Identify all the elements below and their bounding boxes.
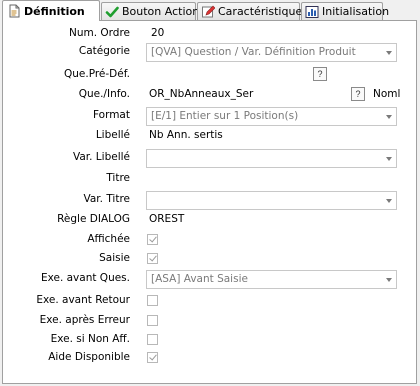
- libelle-label: Libellé: [95, 129, 130, 141]
- aide-disponible-checkbox[interactable]: [147, 352, 158, 363]
- exe-si-non-aff-row: Exe. si Non Aff.: [3, 330, 416, 350]
- aide-disponible-row: Aide Disponible: [3, 348, 416, 368]
- tab-strip: Définition Bouton Action Caractéristique…: [0, 0, 420, 21]
- check-icon: [105, 5, 119, 19]
- que-info-help-button[interactable]: ?: [351, 87, 365, 101]
- regle-value: OREST: [149, 213, 185, 225]
- format-value: [E/1] Entier sur 1 Position(s): [151, 110, 299, 122]
- chart-icon: [305, 5, 319, 19]
- libelle-row: Libellé Nb Ann. sertis: [3, 126, 416, 146]
- exe-apres-erreur-label: Exe. après Erreur: [39, 314, 130, 326]
- categorie-select[interactable]: [QVA] Question / Var. Définition Produit: [146, 43, 397, 62]
- tab-caracteristiques[interactable]: Caractéristiques: [197, 2, 308, 20]
- exe-avant-ques-select[interactable]: [ASA] Avant Saisie: [146, 270, 397, 289]
- tab-initialisation[interactable]: Initialisation: [301, 2, 389, 20]
- exe-apres-erreur-checkbox[interactable]: [147, 315, 158, 326]
- que-info-value: OR_NbAnneaux_Ser: [149, 88, 254, 100]
- affichee-checkbox[interactable]: [147, 234, 158, 245]
- exe-avant-retour-checkbox[interactable]: [147, 295, 158, 306]
- num-ordre-label: Num. Ordre: [68, 27, 130, 39]
- tab-bouton-action[interactable]: Bouton Action: [101, 2, 200, 20]
- chevron-down-icon: [386, 115, 392, 119]
- format-label: Format: [92, 109, 130, 121]
- que-pre-def-label: Que.Pré-Déf.: [63, 68, 130, 80]
- pencil-icon: [201, 5, 216, 19]
- affichee-row: Affichée: [3, 230, 416, 250]
- exe-apres-erreur-row: Exe. après Erreur: [3, 311, 416, 331]
- exe-avant-retour-label: Exe. avant Retour: [36, 294, 130, 306]
- var-libelle-select[interactable]: [146, 149, 397, 168]
- var-titre-row: Var. Titre: [3, 190, 416, 210]
- definition-panel: Num. Ordre 20 Catégorie [QVA] Question /…: [2, 20, 417, 384]
- exe-avant-ques-row: Exe. avant Ques. [ASA] Avant Saisie: [3, 269, 416, 289]
- que-pre-def-row: Que.Pré-Déf. ?: [3, 65, 416, 85]
- exe-avant-ques-value: [ASA] Avant Saisie: [151, 273, 248, 285]
- document-icon: [7, 4, 21, 18]
- que-pre-def-help-button[interactable]: ?: [313, 67, 327, 81]
- var-titre-select[interactable]: [146, 191, 397, 210]
- regle-label: Règle DIALOG: [57, 213, 130, 225]
- titre-row: Titre: [3, 169, 416, 189]
- que-info-row: Que./Info. OR_NbAnneaux_Ser ? Noml: [3, 85, 416, 105]
- categorie-row: Catégorie [QVA] Question / Var. Définiti…: [3, 42, 416, 62]
- num-ordre-row: Num. Ordre 20: [3, 24, 416, 44]
- chevron-down-icon: [386, 157, 392, 161]
- chevron-down-icon: [386, 51, 392, 55]
- chevron-down-icon: [386, 278, 392, 282]
- exe-si-non-aff-label: Exe. si Non Aff.: [50, 333, 130, 345]
- exe-avant-retour-row: Exe. avant Retour: [3, 291, 416, 311]
- categorie-value: [QVA] Question / Var. Définition Produit: [151, 46, 356, 58]
- tab-label: Caractéristiques: [218, 5, 308, 18]
- regle-row: Règle DIALOG OREST: [3, 210, 416, 230]
- aide-disponible-label: Aide Disponible: [48, 351, 130, 363]
- tab-label: Définition: [24, 4, 85, 18]
- libelle-value: Nb Ann. sertis: [149, 129, 223, 141]
- categorie-label: Catégorie: [78, 45, 130, 57]
- exe-avant-ques-label: Exe. avant Ques.: [40, 272, 130, 284]
- format-row: Format [E/1] Entier sur 1 Position(s): [3, 106, 416, 126]
- que-info-label: Que./Info.: [78, 88, 130, 100]
- var-libelle-row: Var. Libellé: [3, 148, 416, 168]
- chevron-down-icon: [386, 199, 392, 203]
- format-select[interactable]: [E/1] Entier sur 1 Position(s): [146, 107, 397, 126]
- saisie-row: Saisie: [3, 249, 416, 269]
- saisie-label: Saisie: [99, 252, 130, 264]
- var-titre-label: Var. Titre: [83, 193, 130, 205]
- num-ordre-value: 20: [151, 27, 165, 39]
- tab-definition[interactable]: Définition: [2, 0, 100, 21]
- tab-label: Bouton Action: [122, 5, 200, 18]
- saisie-checkbox[interactable]: [147, 253, 158, 264]
- titre-label: Titre: [106, 172, 130, 184]
- tab-label: Initialisation: [322, 5, 390, 18]
- affichee-label: Affichée: [87, 233, 130, 245]
- var-libelle-label: Var. Libellé: [72, 151, 130, 163]
- exe-si-non-aff-checkbox[interactable]: [147, 334, 158, 345]
- noml-label: Noml: [373, 88, 401, 100]
